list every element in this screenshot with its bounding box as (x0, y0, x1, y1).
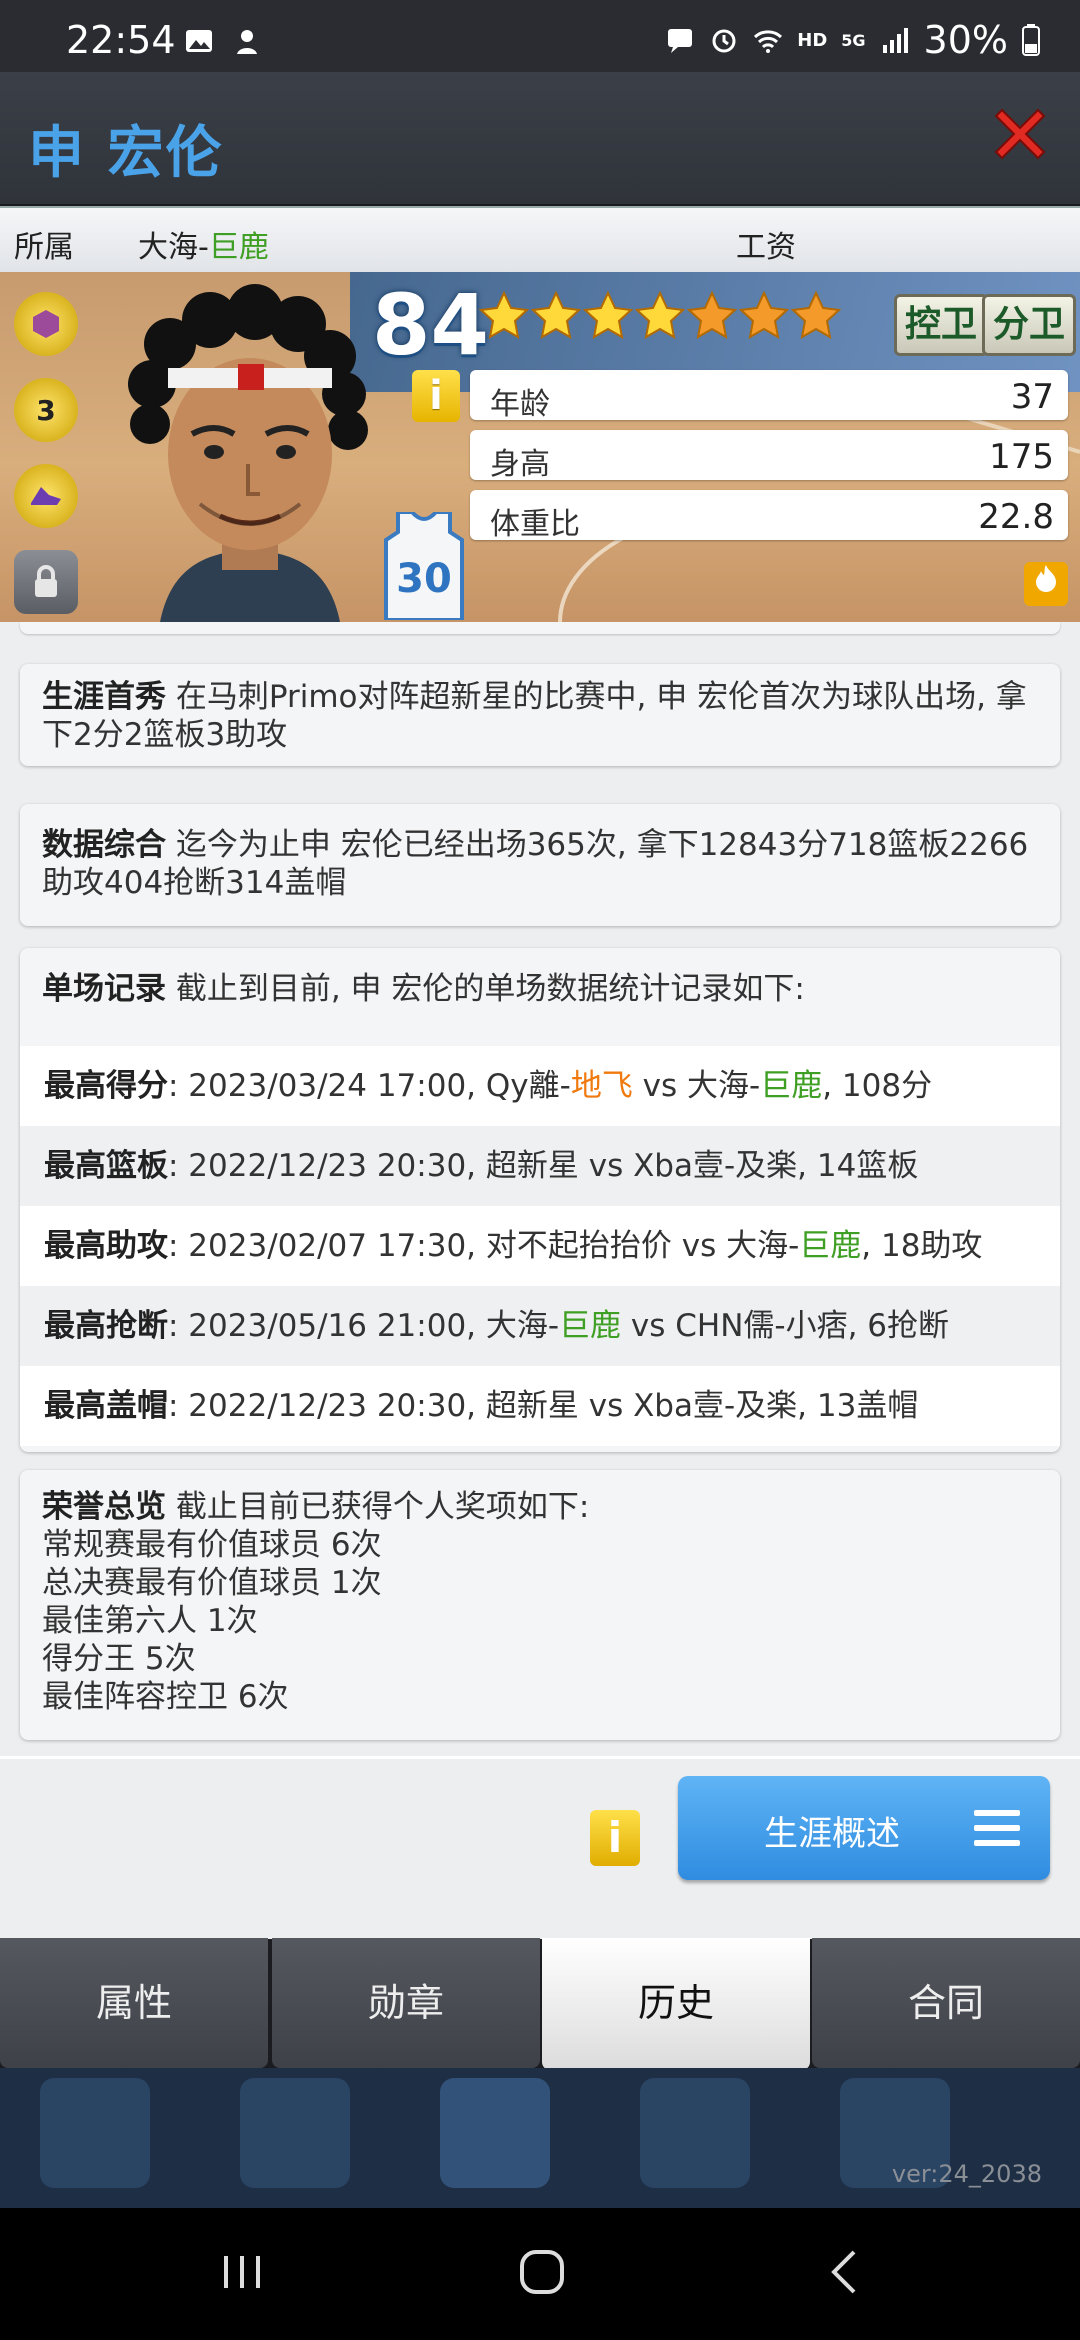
summary-card: 数据综合 迄今为止申 宏伦已经出场365次, 拿下12843分718篮板2266… (20, 804, 1060, 926)
player-avatar (128, 284, 368, 622)
recent-apps-icon[interactable] (212, 2242, 272, 2302)
star-filled-icon (582, 290, 634, 339)
overall-rating: 84 (372, 276, 489, 374)
stat-age: 年龄 37 (470, 370, 1068, 422)
record-row: 最高盖帽: 2022/12/23 20:30, 超新星 vs Xba壹-及楽, … (20, 1366, 1060, 1446)
debut-title: 生涯首秀 (42, 679, 166, 715)
records-list: 最高得分: 2023/03/24 17:00, Qy離-地飞 vs 大海-巨鹿,… (20, 1046, 1060, 1446)
team-label: 所属 (14, 230, 74, 265)
record-row: 最高篮板: 2022/12/23 20:30, 超新星 vs Xba壹-及楽, … (20, 1126, 1060, 1206)
card-edge (20, 622, 1060, 634)
status-bar: 22:54 HD 5G 30% (0, 0, 1080, 72)
record-row: 最高抢断: 2023/05/16 21:00, 大海-巨鹿 vs CHN儒-小痞… (20, 1286, 1060, 1366)
level-badge-icon[interactable]: 3 (14, 378, 78, 442)
version-label: ver:24_2038 (891, 2160, 1042, 2188)
summary-text: 迄今为止申 宏伦已经出场365次, 拿下12843分718篮板2266助攻404… (42, 827, 1029, 901)
player-name-title: 申 宏伦 (28, 121, 224, 186)
career-button-label: 生涯概述 (764, 1814, 900, 1854)
records-card: 单场记录 截止到目前, 申 宏伦的单场数据统计记录如下: 最高得分: 2023/… (20, 948, 1060, 1452)
honors-intro: 截止目前已获得个人奖项如下: (166, 1489, 590, 1525)
debut-text: 在马刺Primo对阵超新星的比赛中, 申 宏伦首次为球队出场, 拿下2分2篮板3… (42, 679, 1027, 753)
position-pg-button[interactable]: 控卫 (894, 294, 989, 356)
honors-card: 荣誉总览 截止目前已获得个人奖项如下: 常规赛最有价值球员 6次 总决赛最有价值… (20, 1470, 1060, 1740)
honor-item: 最佳第六人 1次 (42, 1603, 258, 1639)
hd-label: HD (797, 29, 828, 51)
jersey-icon: 30 (384, 512, 464, 620)
battery-icon (1022, 24, 1040, 56)
back-icon[interactable] (816, 2242, 876, 2302)
stat-value: 22.8 (978, 497, 1054, 537)
skill-badge-icon[interactable] (14, 292, 78, 356)
debut-card: 生涯首秀 在马刺Primo对阵超新星的比赛中, 申 宏伦首次为球队出场, 拿下2… (20, 664, 1060, 766)
stat-label: 身高 (490, 447, 550, 482)
jersey-number: 30 (396, 556, 452, 602)
tab-attributes[interactable]: 属性 (0, 1938, 268, 2068)
stat-value: 175 (989, 437, 1054, 477)
history-content: 生涯首秀 在马刺Primo对阵超新星的比赛中, 申 宏伦首次为球队出场, 拿下2… (0, 622, 1080, 1938)
stat-value: 37 (1010, 377, 1054, 417)
badge-column: 3 (14, 292, 78, 614)
network-label: 5G (841, 30, 866, 50)
honors-title: 荣誉总览 (42, 1489, 166, 1525)
fire-icon[interactable] (1024, 562, 1068, 606)
close-icon[interactable] (988, 102, 1052, 166)
star-half-icon (686, 290, 738, 339)
app-icon (237, 30, 257, 54)
team-prefix: 大海- (138, 230, 209, 265)
team-name: 巨鹿 (208, 230, 269, 265)
image-icon (186, 30, 212, 52)
summary-title: 数据综合 (42, 827, 166, 863)
menu-icon (974, 1810, 1020, 1855)
records-title: 单场记录 (42, 971, 166, 1007)
signal-icon (882, 28, 908, 53)
shoe-badge-icon[interactable] (14, 464, 78, 528)
records-intro: 截止到目前, 申 宏伦的单场数据统计记录如下: (166, 971, 805, 1007)
honor-item: 得分王 5次 (42, 1641, 196, 1677)
star-filled-icon (634, 290, 686, 339)
player-card: 3 84 控卫 分卫 i 年龄 37 身高 175 体重比 22.8 30 (0, 272, 1080, 622)
battery-text: 30% (923, 18, 1008, 62)
salary-label: 工资 (736, 230, 796, 265)
info-icon[interactable]: i (412, 370, 460, 422)
honor-item: 总决赛最有价值球员 1次 (42, 1565, 382, 1601)
record-row: 最高得分: 2023/03/24 17:00, Qy離-地飞 vs 大海-巨鹿,… (20, 1046, 1060, 1126)
position-sg-button[interactable]: 分卫 (982, 294, 1077, 356)
team-info-strip: 所属 大海-巨鹿 工资 (0, 206, 1080, 272)
tab-medals[interactable]: 勋章 (272, 1938, 540, 2068)
stat-height: 身高 175 (470, 430, 1068, 482)
status-time: 22:54 (66, 18, 176, 62)
lock-icon[interactable] (14, 550, 78, 614)
player-header: 申 宏伦 (0, 72, 1080, 204)
footer-info-icon[interactable]: i (590, 1810, 640, 1866)
home-icon[interactable] (512, 2242, 572, 2302)
star-filled-icon (530, 290, 582, 339)
star-rating (478, 290, 842, 342)
star-half-icon (738, 290, 790, 339)
stat-label: 体重比 (490, 507, 580, 542)
stat-label: 年龄 (490, 387, 550, 422)
team-value[interactable]: 大海-巨鹿 (138, 222, 269, 266)
system-nav-bar (0, 2208, 1080, 2340)
record-row: 最高助攻: 2023/02/07 17:30, 对不起抬抬价 vs 大海-巨鹿,… (20, 1206, 1060, 1286)
message-icon (668, 29, 693, 53)
stat-weight-ratio: 体重比 22.8 (470, 490, 1068, 542)
alarm-icon (712, 29, 736, 53)
tab-history[interactable]: 历史 (542, 1938, 810, 2070)
honor-item: 最佳阵容控卫 6次 (42, 1679, 289, 1715)
honor-item: 常规赛最有价值球员 6次 (42, 1527, 382, 1563)
tab-bar: 属性 勋章 历史 合同 (0, 1938, 1080, 2070)
level-badge-number: 3 (36, 393, 56, 427)
star-half-icon (790, 290, 842, 339)
star-filled-icon (478, 290, 530, 339)
career-overview-button[interactable]: 生涯概述 (678, 1776, 1050, 1880)
wifi-icon (754, 30, 783, 53)
tab-contract[interactable]: 合同 (812, 1938, 1080, 2068)
